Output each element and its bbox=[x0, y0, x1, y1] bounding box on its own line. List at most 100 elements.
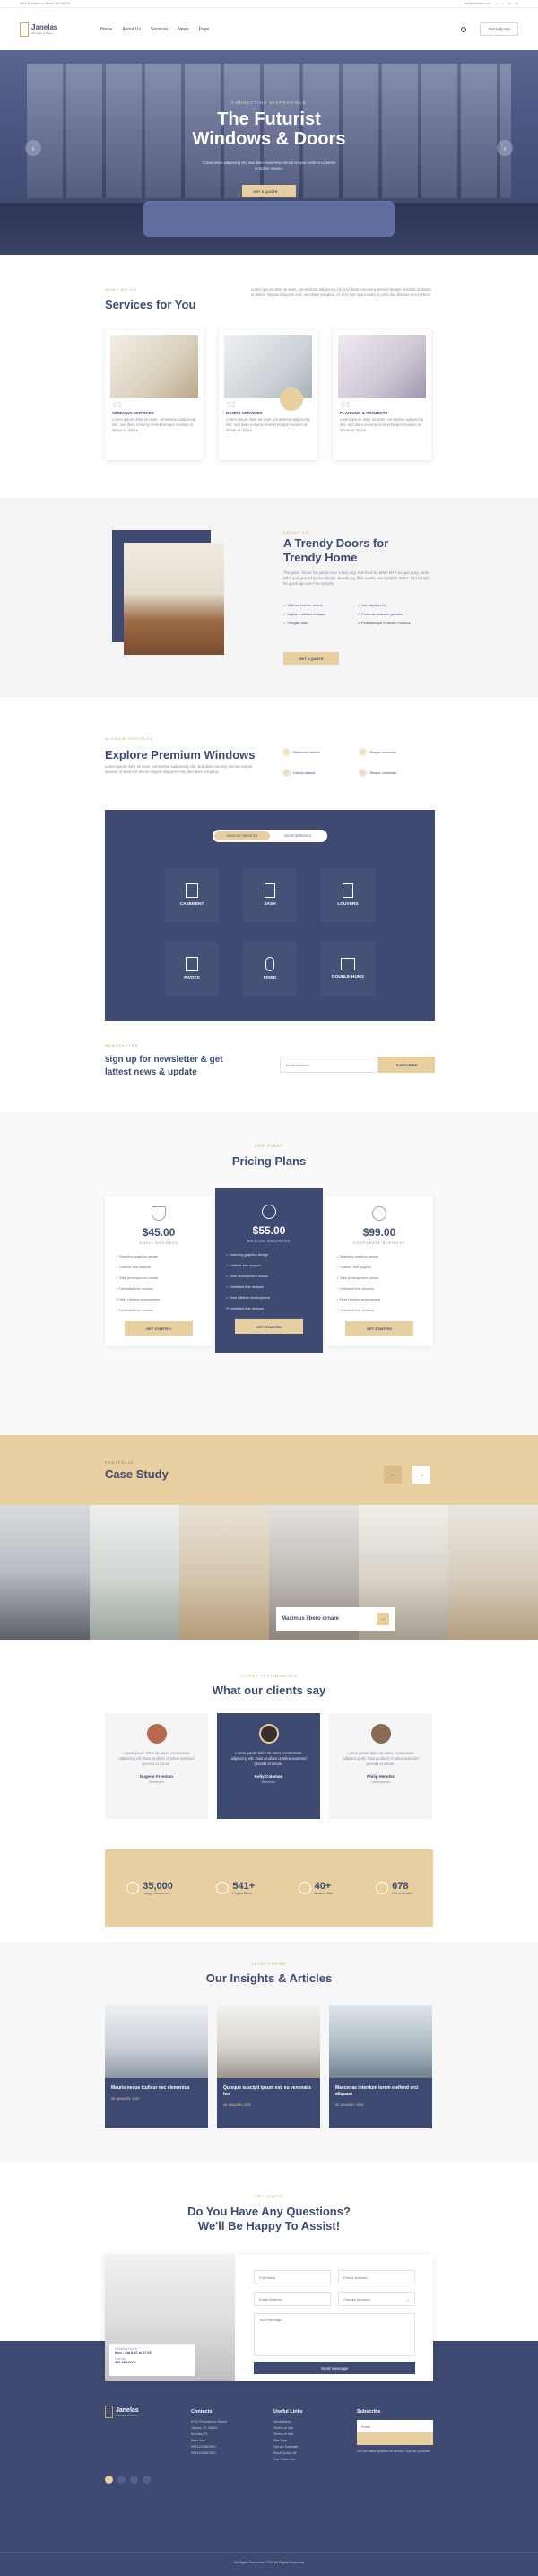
hero-title-line2: Windows & Doors bbox=[192, 129, 346, 149]
type-louvers[interactable]: LOUVERS bbox=[321, 868, 375, 922]
nav-services[interactable]: Services bbox=[151, 27, 168, 32]
case-next-button[interactable]: → bbox=[412, 1466, 430, 1484]
case-image[interactable] bbox=[179, 1505, 269, 1640]
plan-feature: ✓ Lifetime free support bbox=[336, 1266, 371, 1269]
about-label: ABOUT US bbox=[283, 530, 309, 535]
hero-next-button[interactable]: › bbox=[497, 140, 513, 156]
blog-post-title: Maecenas interdum lorem eleifend orci al… bbox=[335, 2085, 419, 2097]
nav-page[interactable]: Page bbox=[199, 27, 210, 32]
blog-image bbox=[329, 2005, 432, 2078]
plan-features: ✓ Branding graphics design ✓ Lifetime fr… bbox=[116, 1254, 202, 1312]
footer-email-input[interactable] bbox=[357, 2420, 433, 2432]
footer-link[interactable]: Get an Estimate bbox=[273, 2444, 303, 2450]
nav-home[interactable]: Home bbox=[100, 27, 112, 32]
window-tabs: WINDOW SERVICES DOOR SERVICES bbox=[213, 830, 327, 842]
blog-post-card[interactable]: Maecenas interdum lorem eleifend orci al… bbox=[329, 2005, 432, 2128]
hero-quote-button-label: GET A QUOTE bbox=[253, 188, 278, 194]
type-double-hung[interactable]: DOUBLE-HUNG bbox=[321, 942, 375, 996]
hero-quote-button[interactable]: GET A QUOTE → bbox=[242, 185, 296, 197]
email-address-input[interactable] bbox=[254, 2292, 331, 2306]
case-image[interactable] bbox=[448, 1505, 538, 1640]
client-icon bbox=[376, 1882, 389, 1894]
about-quote-button[interactable]: GET A QUOTE bbox=[283, 652, 339, 665]
blog-label: LATEST NEWS bbox=[251, 1962, 287, 1966]
tab-window-services[interactable]: WINDOW SERVICES bbox=[214, 831, 270, 840]
footer-link[interactable]: WorkWorks bbox=[273, 2419, 303, 2425]
stat-label: Client Works bbox=[392, 1892, 412, 1895]
linkedin-icon[interactable] bbox=[130, 2476, 138, 2484]
footer-link[interactable]: Book Quick Lift bbox=[273, 2450, 303, 2457]
plan-get-started-button[interactable]: GET STARTED bbox=[125, 1321, 193, 1336]
service-card-2[interactable]: 02 DOORS SERVICES Lorem ipsum dolor sit … bbox=[219, 330, 317, 460]
contact-line: New York bbox=[191, 2439, 206, 2442]
service-number: 03 bbox=[341, 400, 351, 409]
arrow-right-icon: → bbox=[377, 1613, 389, 1625]
chevron-left-icon: ‹ bbox=[31, 144, 35, 152]
type-sash[interactable]: SASH bbox=[243, 868, 297, 922]
premium-description: Lorem ipsum dolor sit amet, consetetur s… bbox=[105, 764, 253, 774]
footer-link[interactable]: The Team List bbox=[273, 2457, 303, 2463]
get-quote-button[interactable]: Get A Quote bbox=[480, 22, 518, 36]
newsletter-subscribe-button[interactable]: SUBSCRIBE bbox=[378, 1057, 435, 1073]
feature-item: ✓ Without Interior metus bbox=[283, 603, 323, 607]
hero-sofa bbox=[143, 201, 395, 237]
contact-line: 9991234567890 bbox=[191, 2445, 216, 2449]
blog-post-date: 05 JANUARY, 2020 bbox=[111, 2097, 140, 2101]
social-facebook-icon[interactable]: f bbox=[496, 2, 497, 5]
stat-label: Happy Customers bbox=[143, 1892, 170, 1895]
type-casement[interactable]: CASEMENT bbox=[165, 868, 219, 922]
arrow-right-icon: → bbox=[418, 1471, 425, 1478]
case-image[interactable] bbox=[0, 1505, 90, 1640]
footer-link[interactable]: Terms of Use bbox=[273, 2425, 303, 2432]
footer-logo[interactable]: Janelas Windows & Doors bbox=[105, 2406, 139, 2418]
service-card-3[interactable]: 03 PLANNING & PROJECTS Lorem ipsum dolor… bbox=[333, 330, 431, 460]
blog-post-card[interactable]: Quisque suscipit ipsum est, eu venenatis… bbox=[217, 2005, 320, 2128]
send-message-button[interactable]: Send message bbox=[254, 2362, 415, 2374]
social-linkedin-icon[interactable]: in bbox=[508, 2, 511, 5]
instagram-icon[interactable] bbox=[143, 2476, 151, 2484]
newsletter-email-input[interactable] bbox=[280, 1057, 378, 1073]
social-pinterest-icon[interactable]: p bbox=[516, 2, 518, 5]
hero-title-line1: The Futurist bbox=[217, 109, 321, 129]
search-icon[interactable] bbox=[461, 26, 467, 32]
hero-prev-button[interactable]: ‹ bbox=[25, 140, 41, 156]
full-name-input[interactable] bbox=[254, 2270, 331, 2284]
avatar bbox=[370, 1724, 391, 1744]
footer-logo-name: Janelas bbox=[116, 2406, 139, 2414]
footer-subscribe-button[interactable] bbox=[357, 2432, 433, 2445]
plan-card-medium: $55.00 MEDIUM BUSINESS ✓ Branding graphi… bbox=[215, 1188, 323, 1353]
service-card-1[interactable]: 01 WINDOWS SERVICES Lorem ipsum dolor si… bbox=[105, 330, 204, 460]
twitter-icon[interactable] bbox=[117, 2476, 126, 2484]
header: Janelas Windows & Doors Home About Us Se… bbox=[0, 8, 538, 50]
project-icon bbox=[216, 1882, 230, 1894]
phone-number-input[interactable] bbox=[338, 2270, 415, 2284]
logo-icon bbox=[20, 22, 29, 37]
case-image[interactable] bbox=[90, 1505, 179, 1640]
case-prev-button[interactable]: ← bbox=[384, 1466, 402, 1484]
case-caption-card[interactable]: Maximus libero ornare → bbox=[276, 1607, 395, 1631]
type-pivots[interactable]: PIVOTS bbox=[165, 942, 219, 996]
choose-services-select[interactable]: Choose services ⌄ bbox=[338, 2292, 415, 2306]
blog-post-card[interactable]: Mauris neque iculisur nec elementus 05 J… bbox=[105, 2005, 208, 2128]
type-fixed[interactable]: FIXED bbox=[243, 942, 297, 996]
message-textarea[interactable] bbox=[254, 2313, 415, 2356]
footer-subscribe-heading: Subscribe bbox=[357, 2409, 381, 2415]
logo[interactable]: Janelas Windows & Doors bbox=[20, 22, 100, 37]
footer-contacts-heading: Contacts bbox=[191, 2409, 213, 2415]
facebook-icon[interactable] bbox=[105, 2476, 113, 2484]
contact-label: GET QUOTE bbox=[254, 2194, 284, 2198]
footer-link[interactable]: Terms of Use bbox=[273, 2432, 303, 2438]
logo-tagline: Windows & Doors bbox=[31, 31, 53, 35]
nav-about[interactable]: About Us bbox=[122, 27, 141, 32]
blog-image bbox=[217, 2005, 320, 2078]
plan-get-started-button[interactable]: GET STARTED bbox=[235, 1319, 303, 1334]
social-twitter-icon[interactable]: t bbox=[502, 2, 503, 5]
testimonial-text: Lorem ipsum dolor sit amet, consectetur … bbox=[230, 1751, 307, 1766]
stat-item: 35,000 Happy Customers bbox=[126, 1881, 173, 1895]
footer-link[interactable]: Site Map bbox=[273, 2438, 303, 2444]
hours-value: Mon - Sat 8.00 to 17.00 bbox=[115, 2351, 152, 2354]
tab-door-services[interactable]: DOOR SERVICES bbox=[270, 834, 325, 838]
window-types-panel: WINDOW SERVICES DOOR SERVICES CASEMENT S… bbox=[105, 810, 435, 1021]
plan-get-started-button[interactable]: GET STARTED bbox=[345, 1321, 413, 1336]
nav-news[interactable]: News bbox=[178, 27, 189, 32]
